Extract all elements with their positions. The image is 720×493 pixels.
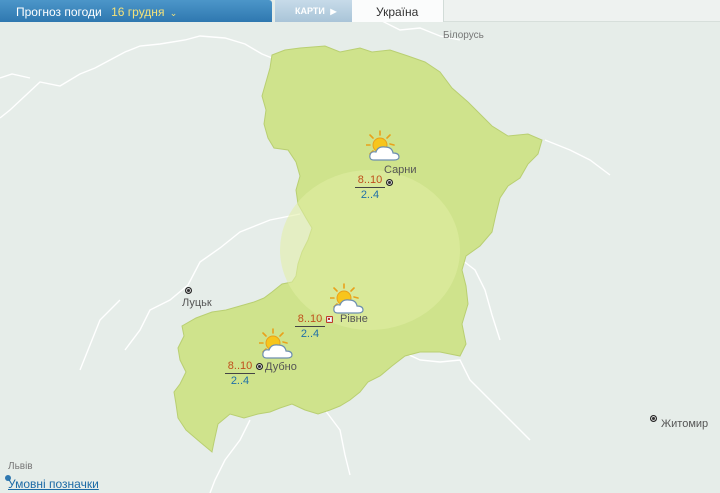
forecast-title: Прогноз погоди xyxy=(16,5,102,19)
label-zhytomyr: Житомир xyxy=(661,418,709,430)
temperature-rivne: 8..10 2..4 xyxy=(295,313,325,340)
night-temp-sarny: 2..4 xyxy=(360,189,380,201)
region-tab-ukraine[interactable]: Україна xyxy=(352,0,444,22)
maps-tab[interactable]: КАРТИ ▶ xyxy=(275,0,352,22)
maps-tab-label: КАРТИ xyxy=(295,6,325,16)
label-belarus: Білорусь xyxy=(443,30,484,41)
temperature-dubno: 8..10 2..4 xyxy=(225,360,255,387)
night-temp-dubno: 2..4 xyxy=(230,375,250,387)
legend-link[interactable]: Умовні позначки xyxy=(8,477,99,491)
city-label-dubno: Дубно xyxy=(265,361,297,373)
city-marker-lutsk[interactable] xyxy=(185,287,192,294)
date-selector[interactable]: 16 грудня xyxy=(111,5,164,19)
city-marker-zhytomyr[interactable] xyxy=(650,415,657,422)
city-marker-dubno[interactable] xyxy=(256,363,263,370)
play-arrow-icon: ▶ xyxy=(330,7,337,16)
top-bar-filler xyxy=(444,0,720,22)
day-temp-rivne: 8..10 xyxy=(295,313,325,327)
map-canvas xyxy=(0,19,611,493)
city-marker-rivne[interactable] xyxy=(326,316,333,323)
partly-cloudy-icon xyxy=(330,283,364,314)
night-temp-rivne: 2..4 xyxy=(300,328,320,340)
partly-cloudy-icon xyxy=(259,328,293,359)
day-temp-sarny: 8..10 xyxy=(355,174,385,188)
top-bar: Прогноз погоди 16 грудня ⌄ КАРТИ ▶ Украї… xyxy=(0,0,720,22)
day-temp-dubno: 8..10 xyxy=(225,360,255,374)
forecast-title-tab[interactable]: Прогноз погоди 16 грудня ⌄ xyxy=(0,0,272,22)
city-marker-sarny[interactable] xyxy=(386,179,393,186)
label-lutsk: Луцьк xyxy=(182,297,212,309)
partly-cloudy-icon xyxy=(366,130,400,161)
city-label-rivne: Рівне xyxy=(340,313,368,325)
city-label-sarny: Сарни xyxy=(384,164,417,176)
label-lviv: Львів xyxy=(8,461,33,472)
chevron-down-icon[interactable]: ⌄ xyxy=(170,8,178,18)
temperature-sarny: 8..10 2..4 xyxy=(355,174,385,201)
